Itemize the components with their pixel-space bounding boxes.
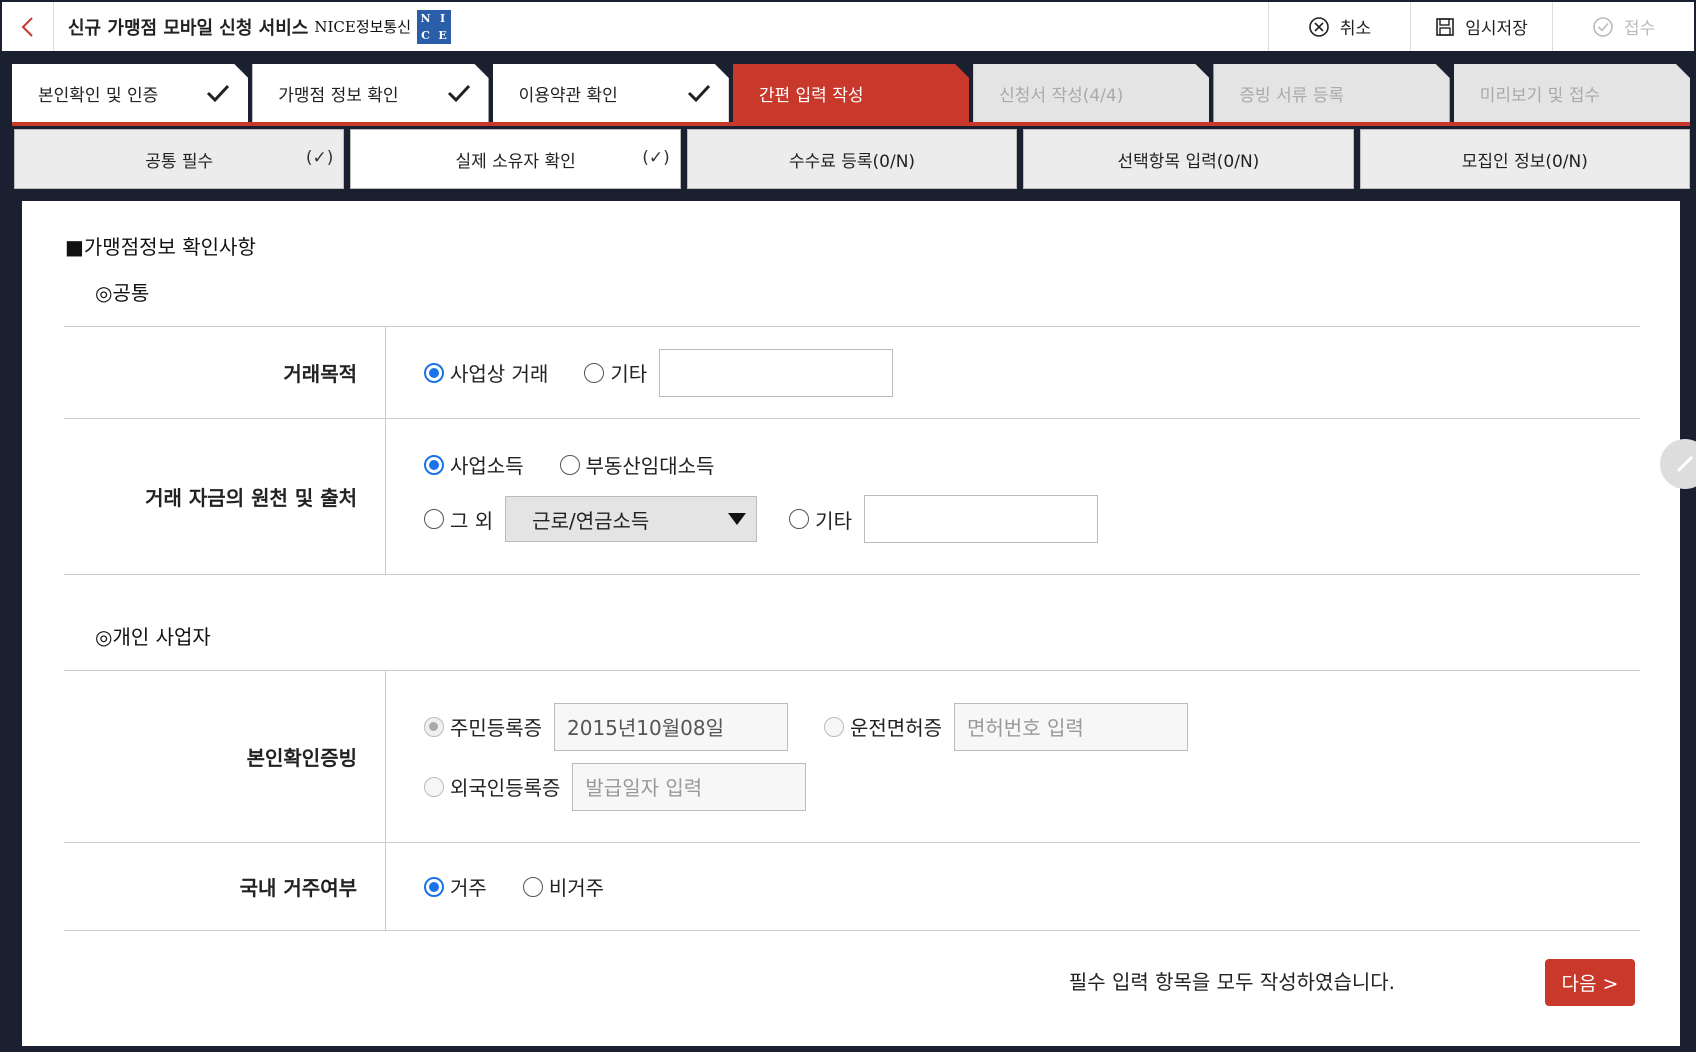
top-bar: 신규 가맹점 모바일 신청 서비스 NICE정보통신 N I C E 취소 임시… xyxy=(0,0,1696,53)
form-panel: ■가맹점정보 확인사항 ◎공통 거래목적 사업상 거래 기타 거래 자금의 원천… xyxy=(22,201,1680,1046)
id-resident-card-radio[interactable]: 주민등록증 xyxy=(424,712,542,741)
done-mark: (✓) xyxy=(305,148,334,168)
steps-divider xyxy=(12,122,1690,126)
subtab-beneficial-owner[interactable]: 실제 소유자 확인 (✓) xyxy=(350,129,681,189)
check-icon xyxy=(206,83,230,103)
completion-note: 필수 입력 항목을 모두 작성하였습니다. xyxy=(1068,970,1395,994)
id-proof-label: 본인확인증빙 xyxy=(64,671,386,842)
source-real-estate-radio[interactable]: 부동산임대소득 xyxy=(559,450,714,479)
save-icon xyxy=(1436,17,1455,36)
pencil-icon xyxy=(1676,455,1694,473)
individual-form-table: 본인확인증빙 주민등록증 2015년10월08일 운전면허증 면허번호 입력 외… xyxy=(64,670,1640,931)
source-other-radio[interactable]: 기타 xyxy=(789,505,852,534)
cancel-icon xyxy=(1309,16,1329,37)
income-type-select[interactable]: 근로/연금소득 xyxy=(505,496,758,542)
step-application-form[interactable]: 신청서 작성(4/4) xyxy=(973,64,1209,122)
check-icon xyxy=(447,83,471,103)
subtab-optional[interactable]: 선택항목 입력(0/N) xyxy=(1023,129,1354,189)
next-button[interactable]: 다음 > xyxy=(1545,959,1635,1006)
foreigner-issue-date-input[interactable]: 발급일자 입력 xyxy=(572,762,807,811)
row-purpose: 거래목적 사업상 거래 기타 xyxy=(64,327,1640,419)
row-id-proof: 본인확인증빙 주민등록증 2015년10월08일 운전면허증 면허번호 입력 외… xyxy=(64,671,1640,843)
subtab-recruiter[interactable]: 모집인 정보(0/N) xyxy=(1359,129,1691,189)
temp-save-button[interactable]: 임시저장 xyxy=(1410,2,1552,51)
step-tabs: 본인확인 및 인증 가맹점 정보 확인 이용약관 확인 간편 입력 작성 신청서… xyxy=(12,64,1690,124)
cancel-button[interactable]: 취소 xyxy=(1268,2,1410,51)
dropdown-arrow-icon xyxy=(728,513,747,525)
brand-name: NICE정보통신 xyxy=(314,18,412,36)
residence-label: 국내 거주여부 xyxy=(64,843,386,930)
step-identity[interactable]: 본인확인 및 인증 xyxy=(12,64,248,122)
subtab-common-required[interactable]: 공통 필수 (✓) xyxy=(14,129,345,189)
resident-card-date-input[interactable]: 2015년10월08일 xyxy=(554,702,788,751)
page-title: 신규 가맹점 모바일 신청 서비스 xyxy=(68,17,309,39)
sub-tabs: 공통 필수 (✓) 실제 소유자 확인 (✓) 수수료 등록(0/N) 선택항목… xyxy=(14,129,1691,189)
chevron-left-icon xyxy=(21,16,33,37)
step-merchant-info[interactable]: 가맹점 정보 확인 xyxy=(252,64,488,122)
id-driver-license-radio[interactable]: 운전면허증 xyxy=(824,712,942,741)
residence-resident-radio[interactable]: 거주 xyxy=(424,872,487,901)
group-individual-title: ◎개인 사업자 xyxy=(95,625,211,649)
nice-logo: N I C E xyxy=(417,9,452,44)
step-terms[interactable]: 이용약관 확인 xyxy=(493,64,729,122)
step-simple-input[interactable]: 간편 입력 작성 xyxy=(733,64,969,122)
purpose-business-radio[interactable]: 사업상 거래 xyxy=(424,358,548,387)
done-mark: (✓) xyxy=(642,148,670,168)
check-circle-icon xyxy=(1593,16,1613,37)
source-other-input[interactable] xyxy=(863,495,1098,543)
submit-button[interactable]: 접수 xyxy=(1552,2,1694,51)
section-title: ■가맹점정보 확인사항 xyxy=(65,235,256,259)
purpose-other-input[interactable] xyxy=(659,348,894,397)
id-foreigner-card-radio[interactable]: 외국인등록증 xyxy=(424,772,560,801)
license-number-input[interactable]: 면허번호 입력 xyxy=(954,702,1188,751)
row-residence: 국내 거주여부 거주 비거주 xyxy=(64,843,1640,931)
purpose-other-radio[interactable]: 기타 xyxy=(584,358,647,387)
residence-nonresident-radio[interactable]: 비거주 xyxy=(522,872,604,901)
check-icon xyxy=(687,83,711,103)
group-common-title: ◎공통 xyxy=(95,281,150,305)
row-fund-source: 거래 자금의 원천 및 출처 사업소득 부동산임대소득 그 외 근로/연금소득 … xyxy=(64,419,1640,575)
fund-source-label: 거래 자금의 원천 및 출처 xyxy=(64,419,386,574)
app-title: 신규 가맹점 모바일 신청 서비스 NICE정보통신 N I C E xyxy=(54,2,1268,51)
purpose-label: 거래목적 xyxy=(64,327,386,418)
subtab-fee[interactable]: 수수료 등록(0/N) xyxy=(686,129,1018,189)
back-button[interactable] xyxy=(2,2,54,51)
common-form-table: 거래목적 사업상 거래 기타 거래 자금의 원천 및 출처 사업소득 부동산임대… xyxy=(64,326,1640,575)
top-actions: 취소 임시저장 접수 xyxy=(1268,2,1694,51)
step-preview-submit[interactable]: 미리보기 및 접수 xyxy=(1454,64,1690,122)
step-documents[interactable]: 증빙 서류 등록 xyxy=(1213,64,1449,122)
source-else-radio[interactable]: 그 외 xyxy=(424,505,493,534)
source-business-income-radio[interactable]: 사업소득 xyxy=(424,450,524,479)
